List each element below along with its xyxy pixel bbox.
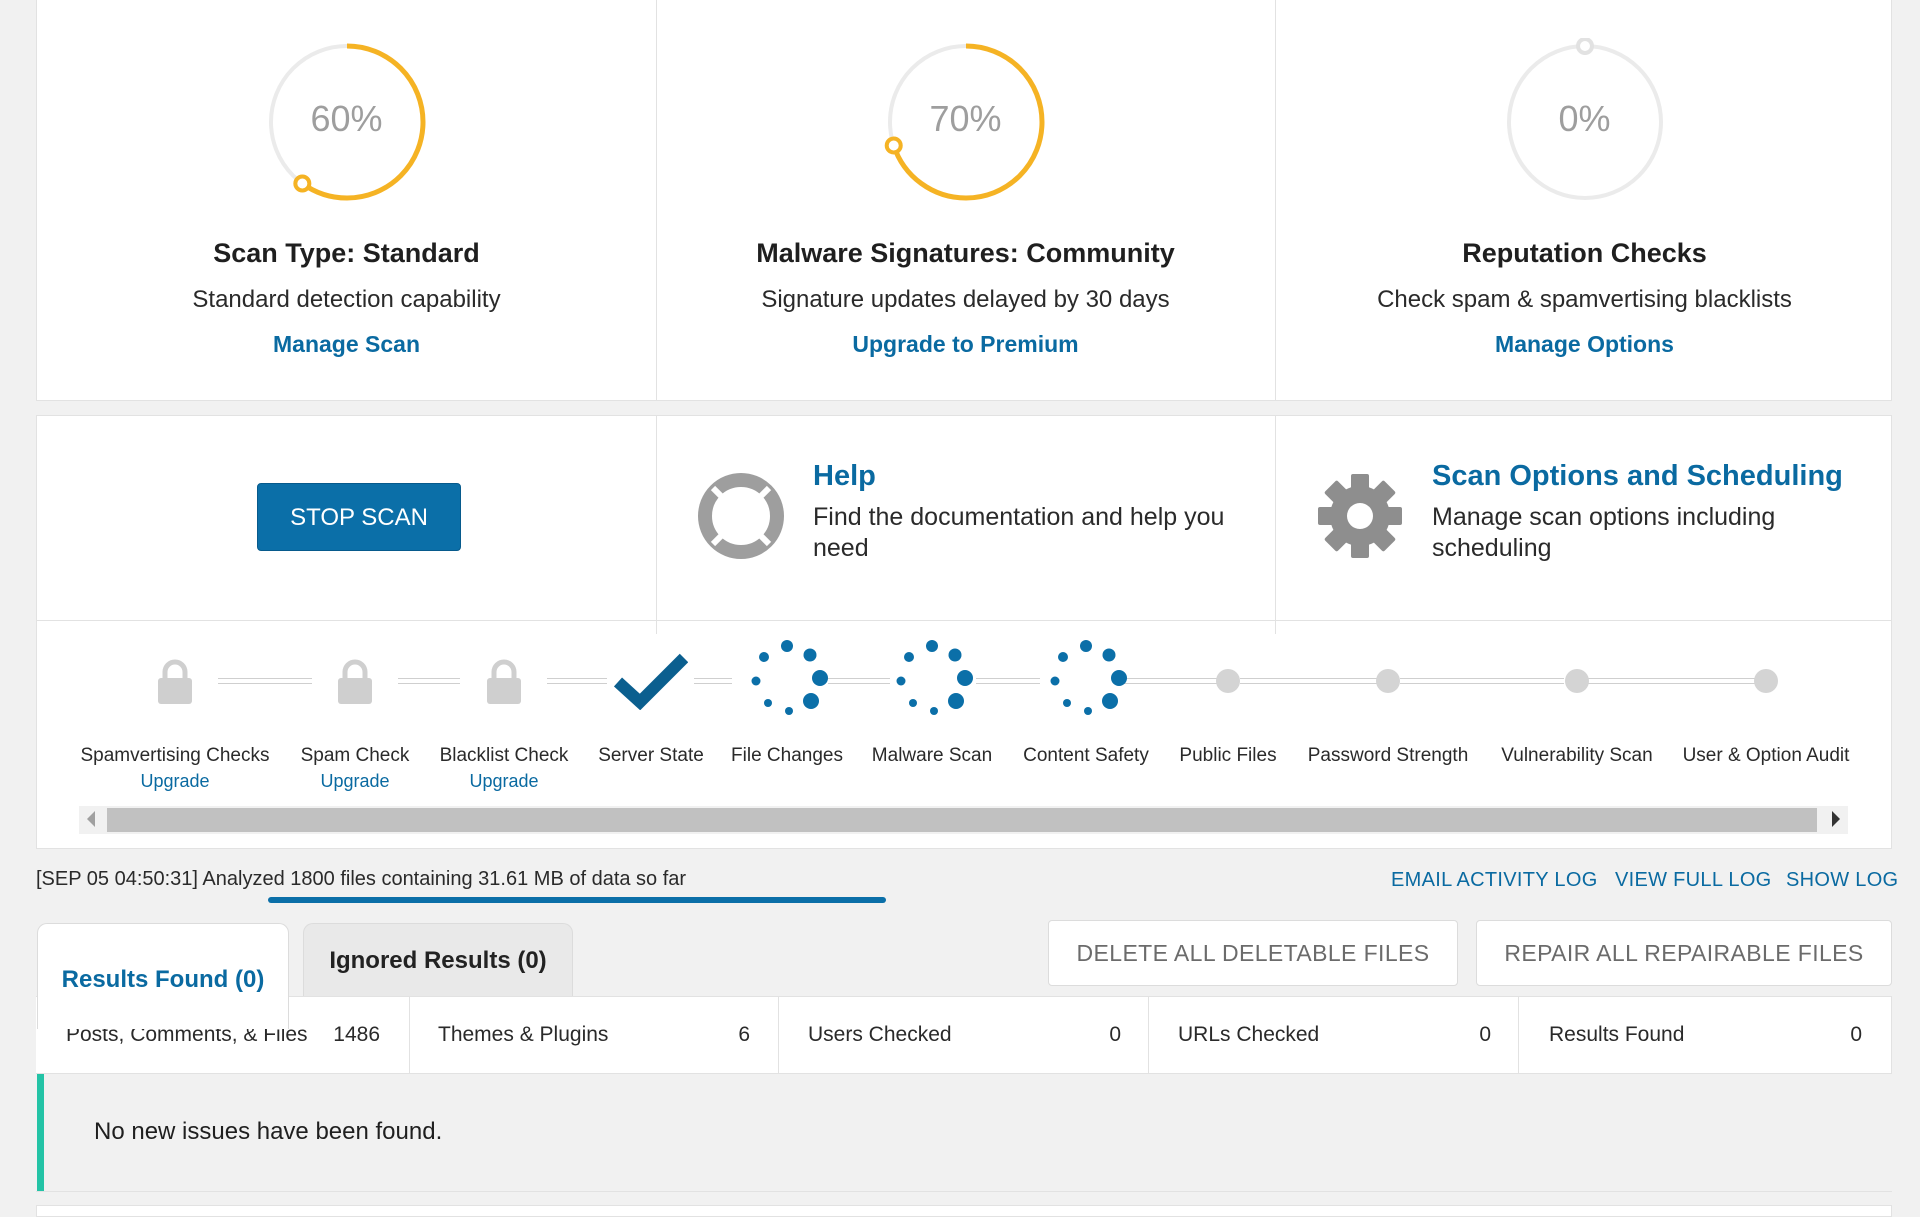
- stat-value: 0: [1479, 1023, 1491, 1046]
- delete-all-deletable-button[interactable]: DELETE ALL DELETABLE FILES: [1048, 920, 1458, 986]
- scan-progress-bar: [268, 897, 886, 903]
- pending-dot-icon: [1376, 669, 1400, 693]
- scan-type-card: 60% Scan Type: Standard Standard detecti…: [37, 0, 656, 400]
- help-description: Find the documentation and help you need: [813, 502, 1224, 564]
- show-log-link[interactable]: SHOW LOG: [1786, 869, 1898, 892]
- pending-dot-icon: [1565, 669, 1589, 693]
- help-description-line-1: Find the documentation and help you: [813, 503, 1225, 531]
- stop-scan-button[interactable]: STOP SCAN: [257, 483, 461, 551]
- stage-label-blacklist-check: Blacklist Check: [439, 745, 569, 766]
- upgrade-to-premium-link[interactable]: Upgrade to Premium: [656, 331, 1275, 358]
- no-issues-notice: No new issues have been found.: [37, 1074, 1892, 1191]
- spinner-icon: [1050, 640, 1127, 715]
- stat-users-checked: Users Checked 0: [808, 997, 1121, 1074]
- scroll-left-arrow-icon[interactable]: [87, 811, 95, 827]
- stage-label-content-safety: Content Safety: [1023, 745, 1149, 766]
- manage-options-link[interactable]: Manage Options: [1275, 331, 1894, 358]
- stage-upgrade-spam-check[interactable]: Upgrade: [320, 771, 389, 792]
- manage-scan-link[interactable]: Manage Scan: [37, 331, 656, 358]
- scroll-right-arrow-icon[interactable]: [1832, 811, 1840, 827]
- pending-dot-icon: [1216, 669, 1240, 693]
- reputation-checks-percent: 0%: [1558, 98, 1611, 139]
- stat-value: 0: [1109, 1023, 1121, 1046]
- scan-options-description-line-2: scheduling: [1432, 534, 1552, 562]
- stat-themes-plugins: Themes & Plugins 6: [438, 997, 750, 1074]
- help-description-line-2: need: [813, 534, 869, 562]
- pending-dot-icon: [1754, 669, 1778, 693]
- lock-icon: [338, 659, 372, 704]
- stat-urls-checked: URLs Checked 0: [1178, 997, 1491, 1074]
- gear-icon: [1318, 474, 1402, 558]
- stat-label: URLs Checked: [1178, 1023, 1320, 1046]
- scan-type-desc: Standard detection capability: [192, 286, 501, 313]
- lifebuoy-icon: [698, 473, 784, 559]
- lock-icon: [487, 659, 521, 704]
- scan-options-title[interactable]: Scan Options and Scheduling: [1432, 460, 1843, 493]
- malware-signatures-card: 70% Malware Signatures: Community Signat…: [656, 0, 1275, 400]
- reputation-checks-card: 0% Reputation Checks Check spam & spamve…: [1275, 0, 1894, 400]
- stat-value: 0: [1850, 1023, 1862, 1046]
- view-full-log-link[interactable]: VIEW FULL LOG: [1615, 869, 1772, 892]
- scan-status-text: [SEP 05 04:50:31] Analyzed 1800 files co…: [36, 868, 687, 890]
- reputation-checks-desc: Check spam & spamvertising blacklists: [1377, 286, 1792, 313]
- stat-label: Themes & Plugins: [438, 1023, 609, 1046]
- stage-label-vulnerability-scan: Vulnerability Scan: [1501, 745, 1653, 766]
- scrollbar-thumb[interactable]: [107, 808, 1817, 832]
- scan-type-percent: 60%: [310, 98, 383, 139]
- stage-label-file-changes: File Changes: [731, 745, 843, 766]
- checkmark-icon: [614, 653, 688, 710]
- no-issues-text: No new issues have been found.: [94, 1118, 443, 1145]
- email-activity-log-link[interactable]: EMAIL ACTIVITY LOG: [1391, 869, 1598, 892]
- reputation-checks-title: Reputation Checks: [1462, 238, 1707, 268]
- stage-label-spamvertising: Spamvertising Checks: [80, 745, 270, 766]
- stage-label-public-files: Public Files: [1179, 745, 1277, 766]
- spinner-icon: [751, 640, 828, 715]
- stages-horizontal-scrollbar[interactable]: [79, 806, 1848, 834]
- repair-all-repairable-button[interactable]: REPAIR ALL REPAIRABLE FILES: [1476, 920, 1892, 986]
- help-title[interactable]: Help: [813, 460, 876, 493]
- stage-label-password-strength: Password Strength: [1307, 745, 1469, 766]
- stat-value: 1486: [333, 1023, 380, 1046]
- malware-signatures-percent: 70%: [929, 98, 1002, 139]
- stat-value: 6: [738, 1023, 750, 1046]
- spinner-icon: [896, 640, 973, 715]
- scan-options-description-line-1: Manage scan options including: [1432, 503, 1776, 531]
- malware-signatures-title: Malware Signatures: Community: [756, 238, 1175, 268]
- stat-results-found: Results Found 0: [1549, 997, 1862, 1074]
- stage-upgrade-blacklist-check[interactable]: Upgrade: [469, 771, 538, 792]
- tab-ignored-results[interactable]: Ignored Results (0): [303, 923, 573, 997]
- malware-signatures-desc: Signature updates delayed by 30 days: [761, 286, 1170, 313]
- lock-icon: [158, 659, 192, 704]
- stage-label-spam-check: Spam Check: [300, 745, 410, 766]
- stage-label-server-state: Server State: [598, 745, 704, 766]
- stat-label: Results Found: [1549, 1023, 1685, 1046]
- summary-panel: 60% Scan Type: Standard Standard detecti…: [36, 0, 1892, 401]
- scan-stage-stepper: Spamvertising Checks Upgrade Spam Check …: [37, 622, 1891, 802]
- scan-type-title: Scan Type: Standard: [213, 238, 480, 268]
- stage-upgrade-spamvertising[interactable]: Upgrade: [140, 771, 209, 792]
- tab-results-found[interactable]: Results Found (0): [37, 923, 289, 1029]
- scan-options-description: Manage scan options including scheduling: [1432, 502, 1775, 564]
- stat-label: Users Checked: [808, 1023, 952, 1046]
- stage-label-malware-scan: Malware Scan: [871, 745, 993, 766]
- stage-label-user-option-audit: User & Option Audit: [1682, 745, 1850, 766]
